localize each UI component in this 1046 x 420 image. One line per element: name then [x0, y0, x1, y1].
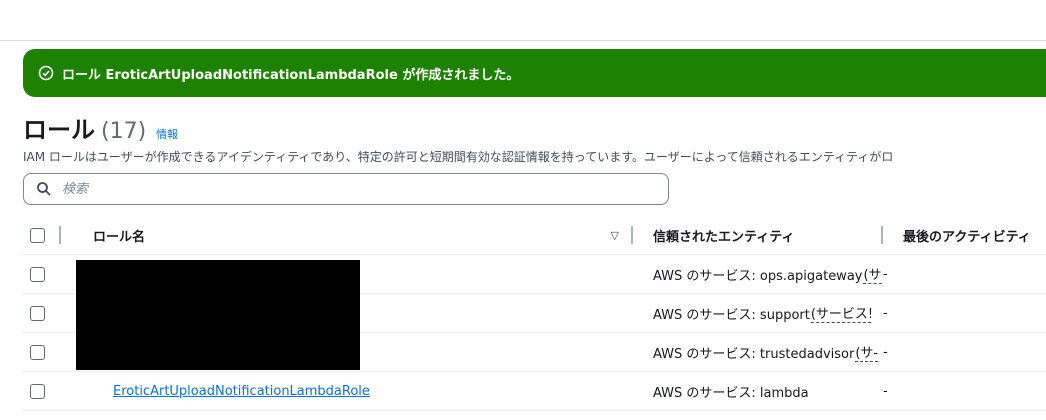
sort-down-icon[interactable]: ▽: [611, 229, 619, 242]
table-header-row: ロール名 ▽ 信頼されたエンティティ 最後のアクティビティ: [23, 216, 1046, 255]
column-separator[interactable]: [59, 226, 61, 244]
column-header-trusted-entities[interactable]: 信頼されたエンティティ: [653, 226, 794, 245]
select-all-checkbox[interactable]: [30, 227, 45, 243]
header-trusted-entities[interactable]: 信頼されたエンティティ: [633, 216, 883, 255]
row-checkbox-cell: [23, 293, 73, 333]
column-separator[interactable]: [631, 226, 633, 244]
column-header-role-name[interactable]: ロール名: [93, 226, 145, 245]
last-activity-cell: -: [883, 371, 1046, 411]
row-checkbox-cell: [23, 332, 73, 372]
trusted-entity-detail[interactable]: (サ: [863, 264, 882, 284]
page-heading: ロール (17) 情報: [23, 110, 178, 144]
column-header-last-activity[interactable]: 最後のアクティビティ: [903, 226, 1031, 245]
success-flash-banner: ロール EroticArtUploadNotificationLambdaRol…: [23, 49, 1046, 97]
flash-message: ロール EroticArtUploadNotificationLambdaRol…: [62, 67, 520, 83]
page-description: IAM ロールはユーザーが作成できるアイデンティティであり、特定の許可と短期間有…: [23, 150, 894, 164]
row-checkbox[interactable]: [30, 344, 45, 360]
role-count: (17): [101, 119, 147, 144]
role-name-cell: EroticArtUploadNotificationLambdaRole: [73, 371, 633, 411]
search-input[interactable]: [60, 180, 668, 198]
redaction-block: [76, 260, 360, 370]
trusted-entity-detail[interactable]: (サービス!: [810, 303, 871, 323]
trusted-entity-cell: AWS のサービス: support (サービス!: [633, 293, 883, 333]
last-activity-cell: -: [883, 332, 1046, 372]
trusted-entity-detail[interactable]: (サ-: [855, 342, 879, 362]
header-checkbox-cell: [23, 216, 73, 255]
trusted-entity-cell: AWS のサービス: ops.apigateway (サ: [633, 254, 883, 294]
last-activity-cell: -: [883, 293, 1046, 333]
table-row: EroticArtUploadNotificationLambdaRole AW…: [23, 371, 1046, 411]
trusted-entity-text: AWS のサービス: lambda: [653, 385, 809, 401]
info-link[interactable]: 情報: [156, 126, 178, 142]
search-box[interactable]: [23, 173, 669, 205]
search-icon: [37, 182, 51, 196]
top-divider: [0, 40, 1046, 41]
role-name-link[interactable]: EroticArtUploadNotificationLambdaRole: [113, 384, 370, 399]
trusted-entity-text: AWS のサービス: support: [653, 307, 810, 323]
page-title: ロール: [23, 116, 95, 144]
row-checkbox-cell: [23, 371, 73, 411]
trusted-entity-cell: AWS のサービス: trustedadvisor (サ-: [633, 332, 883, 372]
row-checkbox-cell: [23, 254, 73, 294]
column-separator[interactable]: [881, 226, 883, 244]
row-checkbox[interactable]: [30, 305, 45, 321]
trusted-entity-text: AWS のサービス: trustedadvisor: [653, 346, 855, 362]
header-last-activity[interactable]: 最後のアクティビティ: [883, 216, 1046, 255]
check-circle-icon: [38, 65, 54, 81]
last-activity-cell: -: [883, 254, 1046, 294]
trusted-entity-text: AWS のサービス: ops.apigateway: [653, 268, 863, 284]
trusted-entity-cell: AWS のサービス: lambda: [633, 371, 883, 411]
row-checkbox[interactable]: [30, 383, 45, 399]
row-checkbox[interactable]: [30, 266, 45, 282]
header-role-name[interactable]: ロール名 ▽: [73, 216, 633, 255]
